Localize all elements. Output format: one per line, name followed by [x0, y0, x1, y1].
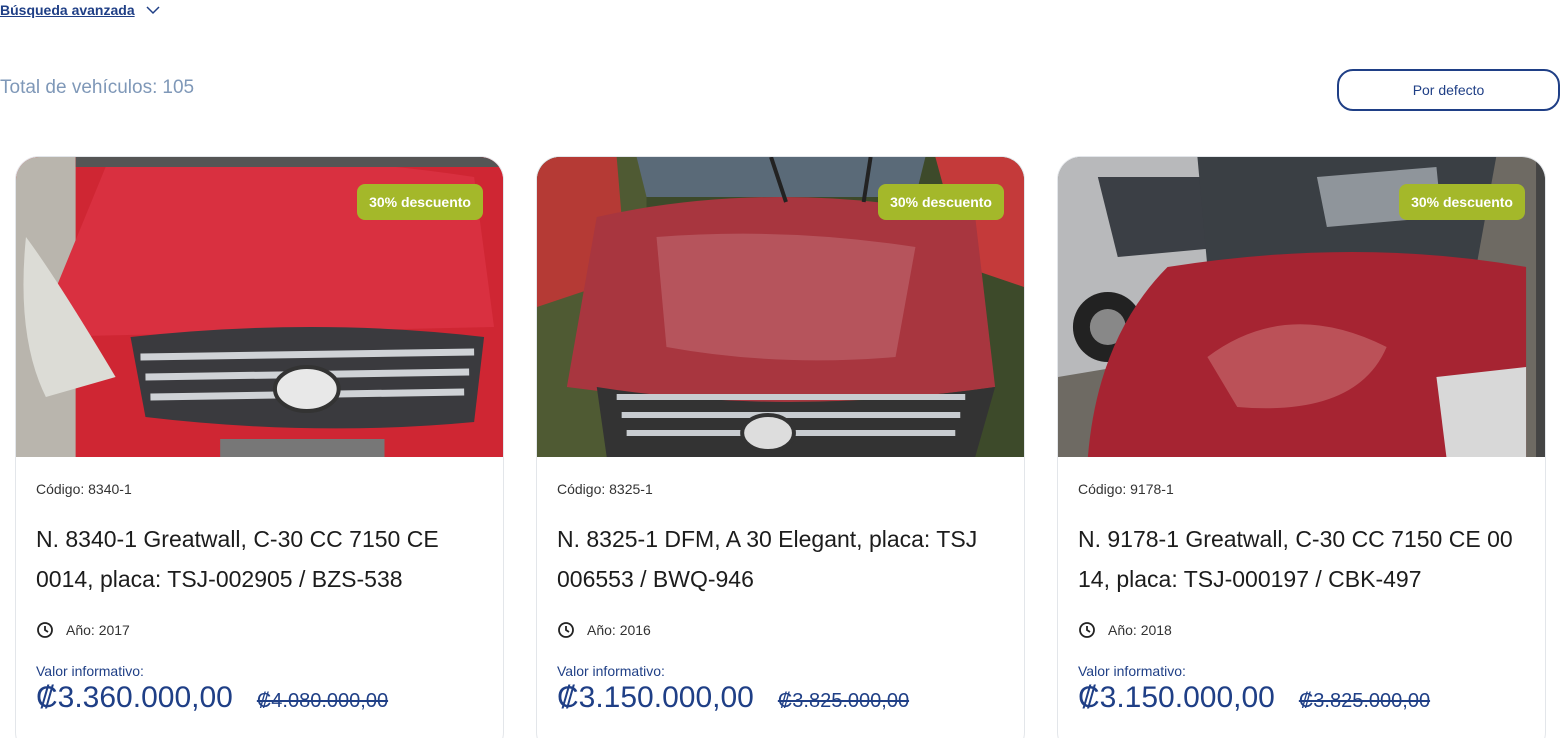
vehicle-year: Año: 2018 [1078, 621, 1525, 639]
clock-icon [1079, 622, 1095, 638]
vehicle-card[interactable]: 30% descuento Código: 8340-1 N. 8340-1 G… [15, 156, 504, 738]
vehicle-code: Código: 8325-1 [557, 481, 653, 497]
clock-icon [558, 622, 574, 638]
discount-badge: 30% descuento [1399, 184, 1525, 220]
value-label: Valor informativo: [36, 663, 144, 679]
vehicle-card[interactable]: 30% descuento Código: 8325-1 N. 8325-1 D… [536, 156, 1025, 738]
vehicle-code: Código: 8340-1 [36, 481, 132, 497]
clock-icon [37, 622, 53, 638]
current-price: ₡3.150.000,00 [557, 681, 754, 714]
vehicle-photo[interactable]: 30% descuento [537, 157, 1024, 457]
vehicle-photo[interactable]: 30% descuento [16, 157, 503, 457]
total-label: Total de vehículos: [0, 77, 158, 98]
advanced-search-label[interactable]: Búsqueda avanzada [0, 2, 135, 18]
discount-badge: 30% descuento [357, 184, 483, 220]
year-label: Año: 2017 [66, 622, 130, 638]
advanced-search-toggle[interactable]: Búsqueda avanzada [0, 2, 161, 18]
discount-badge: 30% descuento [878, 184, 1004, 220]
current-price: ₡3.360.000,00 [36, 681, 233, 714]
vehicle-year: Año: 2016 [557, 621, 1004, 639]
total-count: 105 [162, 77, 195, 98]
vehicle-total: Total de vehículos: 105 [0, 77, 194, 99]
year-label: Año: 2018 [1108, 622, 1172, 638]
vehicle-year: Año: 2017 [36, 621, 483, 639]
chevron-down-icon [146, 6, 160, 15]
vehicle-card[interactable]: 30% descuento Código: 9178-1 N. 9178-1 G… [1057, 156, 1546, 738]
original-price: ₡4.080.000,00 [256, 690, 389, 712]
value-label: Valor informativo: [1078, 663, 1186, 679]
vehicle-code: Código: 9178-1 [1078, 481, 1174, 497]
vehicle-title[interactable]: N. 8325-1 DFM, A 30 Elegant, placa: TSJ … [557, 519, 1004, 599]
vehicle-title[interactable]: N. 8340-1 Greatwall, C-30 CC 7150 CE 001… [36, 519, 483, 599]
original-price: ₡3.825.000,00 [777, 690, 910, 712]
vehicle-title[interactable]: N. 9178-1 Greatwall, C-30 CC 7150 CE 00 … [1078, 519, 1525, 599]
vehicle-photo[interactable]: 30% descuento [1058, 157, 1545, 457]
value-label: Valor informativo: [557, 663, 665, 679]
year-label: Año: 2016 [587, 622, 651, 638]
current-price: ₡3.150.000,00 [1078, 681, 1275, 714]
sort-dropdown[interactable]: Por defecto [1337, 69, 1560, 111]
original-price: ₡3.825.000,00 [1298, 690, 1431, 712]
